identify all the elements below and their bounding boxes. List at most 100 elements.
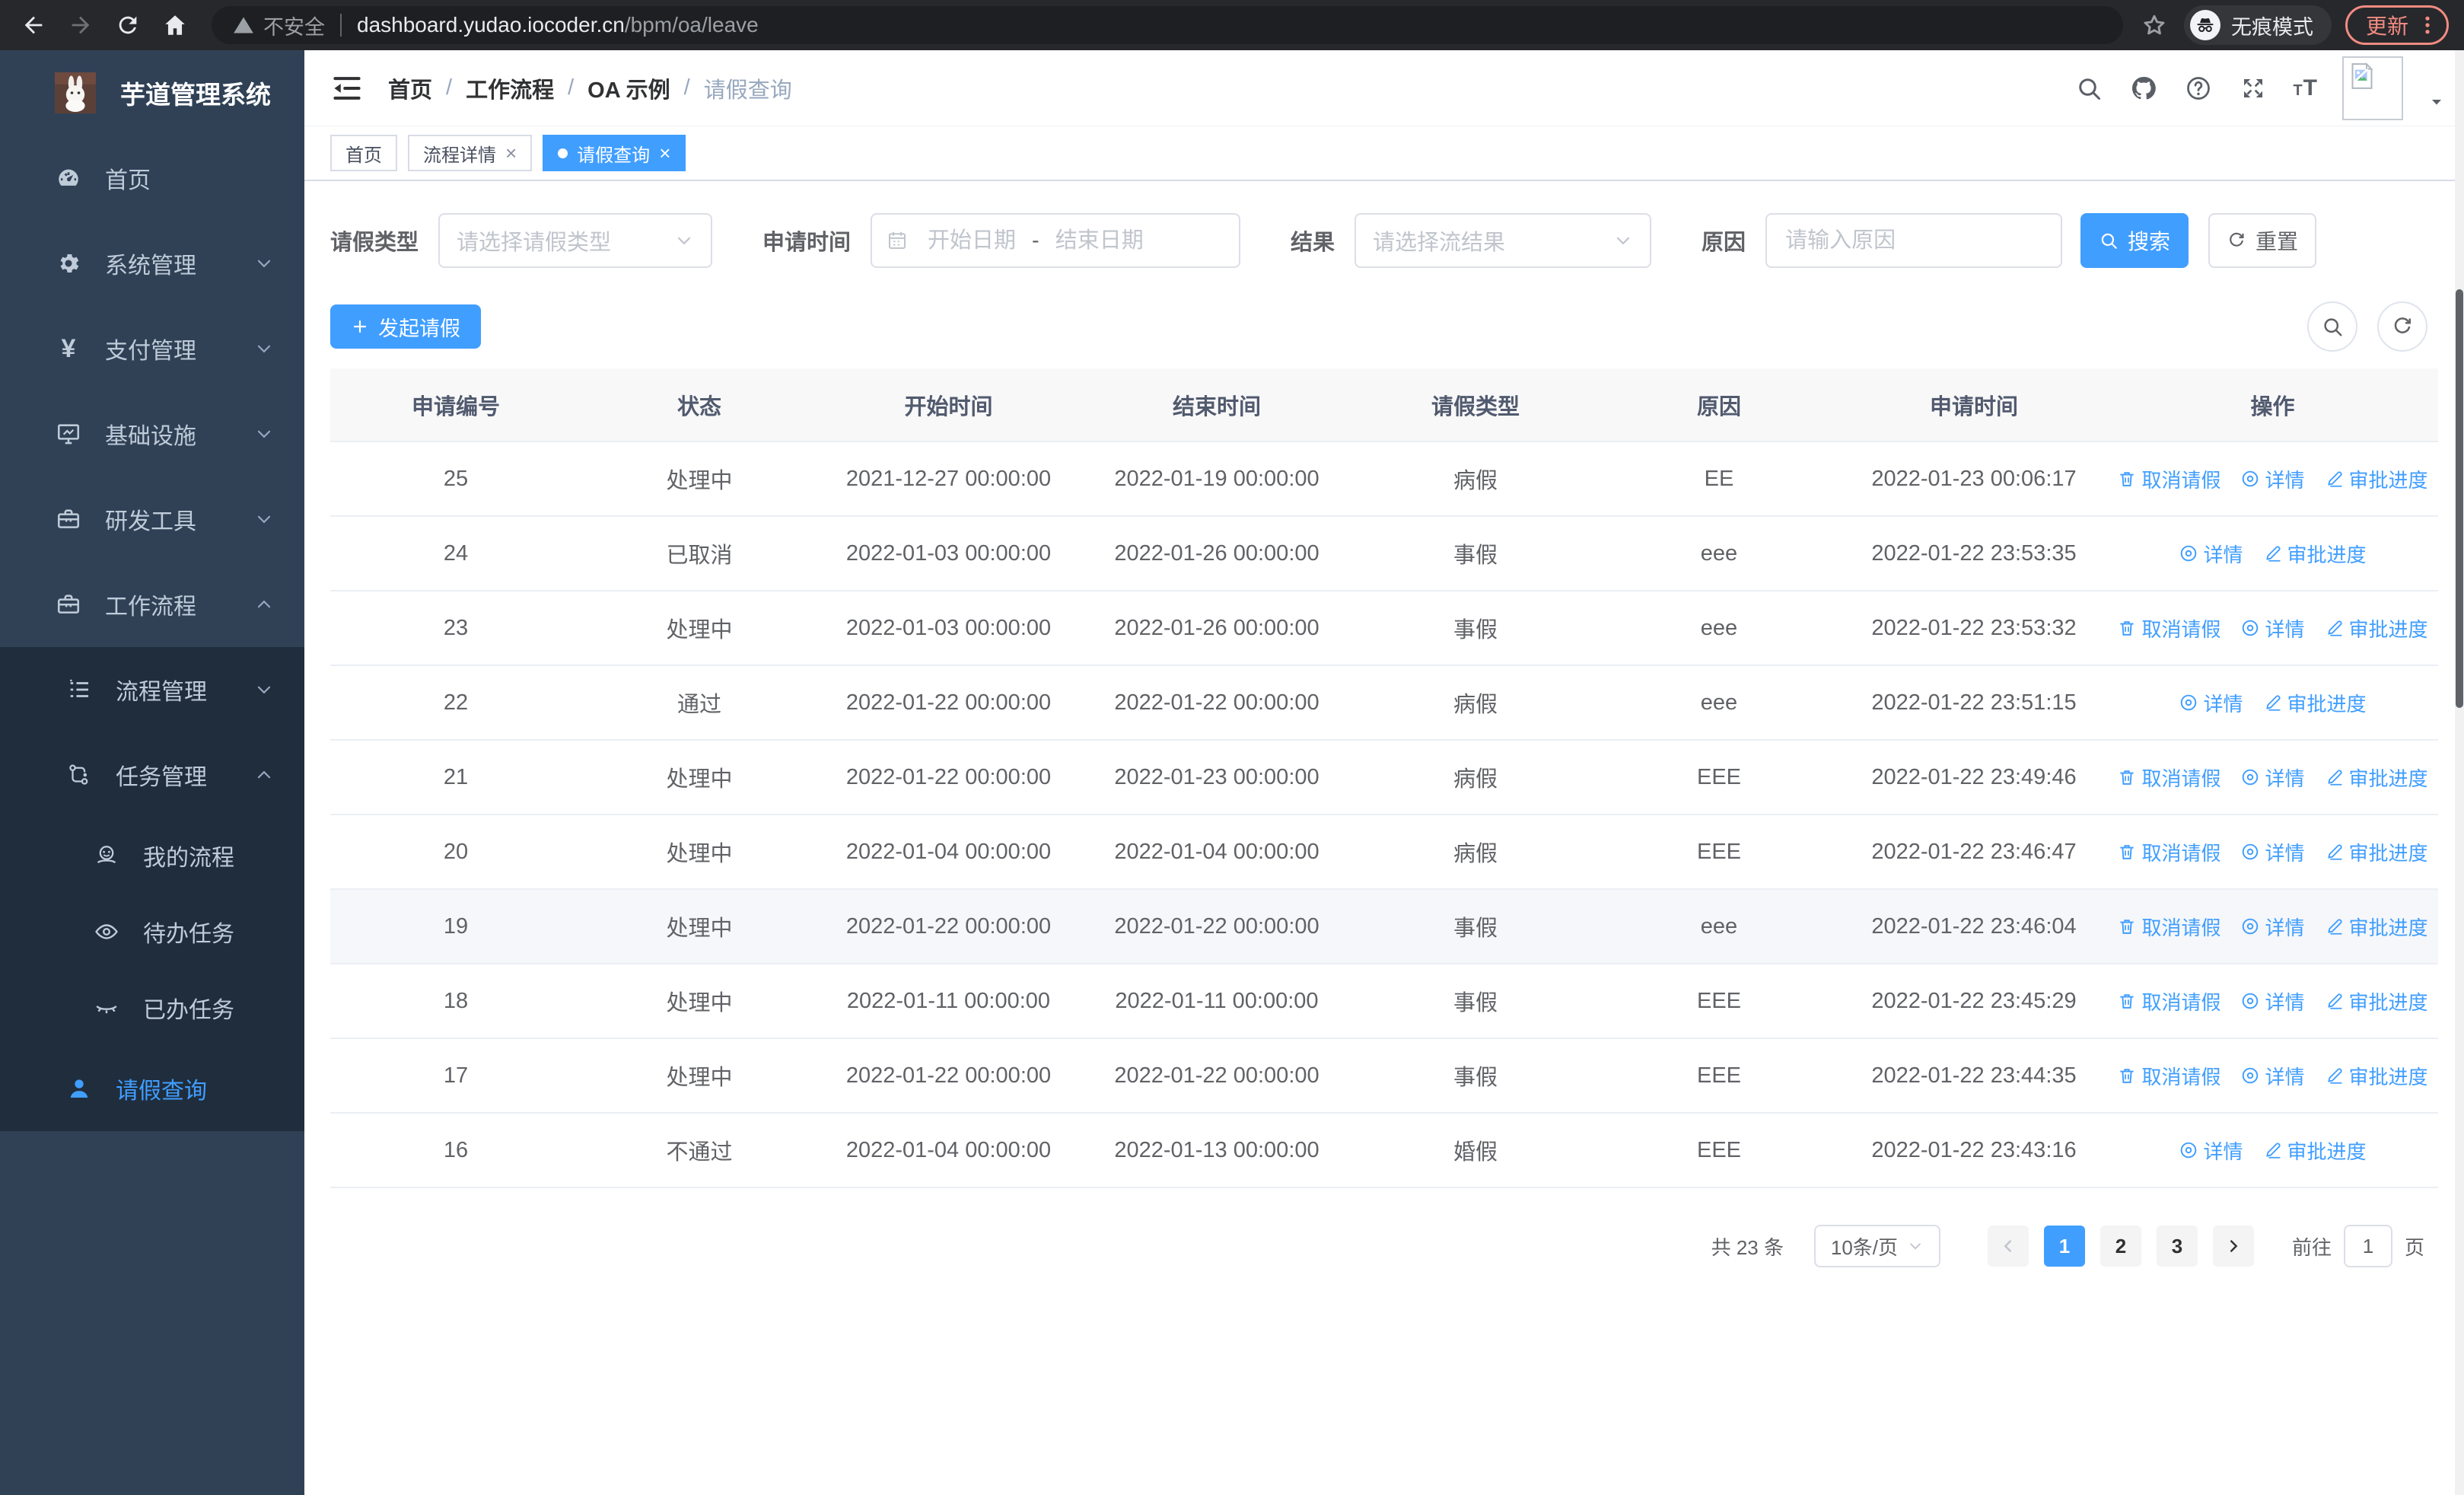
i-pen — [2325, 842, 2345, 862]
cell-applied: 2022-01-22 23:53:32 — [1871, 615, 2077, 640]
progress-link[interactable]: 审批进度 — [2325, 913, 2428, 941]
browser-update-chip[interactable]: 更新 — [2345, 5, 2449, 45]
tab-process-detail[interactable]: 流程详情 × — [408, 135, 533, 171]
goto-page-input[interactable] — [2343, 1225, 2392, 1267]
cancel-link[interactable]: 取消请假 — [2117, 465, 2220, 493]
scrollbar-track[interactable] — [2455, 50, 2464, 1495]
goto-label: 前往 — [2291, 1235, 2332, 1259]
avatar[interactable] — [2342, 56, 2403, 120]
sidebar-item-home[interactable]: 首页 — [0, 135, 304, 221]
progress-label: 审批进度 — [2348, 990, 2428, 1014]
detail-link[interactable]: 详情 — [2240, 465, 2305, 493]
progress-link[interactable]: 审批进度 — [2325, 987, 2428, 1015]
address-bar[interactable]: 不安全 dashboard.yudao.iocoder.cn /bpm/oa/l… — [212, 6, 2123, 44]
back-button[interactable] — [18, 10, 49, 40]
leave-type-label: 请假类型 — [330, 231, 419, 255]
detail-link[interactable]: 详情 — [2240, 1062, 2305, 1090]
refresh-table-button[interactable] — [2377, 301, 2427, 352]
close-icon[interactable]: × — [659, 143, 670, 163]
detail-link[interactable]: 详情 — [2179, 689, 2243, 717]
sidebar-collapse-icon[interactable] — [330, 72, 364, 105]
sidebar-item-todo-tasks[interactable]: 待办任务 — [0, 894, 304, 970]
table-row: 18 处理中 2022-01-11 00:00:00 2022-01-11 00:00… — [330, 963, 2438, 1038]
reason-input[interactable] — [1765, 213, 2063, 268]
detail-link[interactable]: 详情 — [2240, 987, 2305, 1015]
sidebar-item-my-process[interactable]: 我的流程 — [0, 818, 304, 894]
search-icon — [2321, 315, 2344, 338]
search-button[interactable]: 搜索 — [2080, 213, 2189, 268]
leave-type-select[interactable]: 请选择请假类型 — [438, 213, 713, 268]
progress-link[interactable]: 审批进度 — [2325, 838, 2428, 866]
pagination: 共 23 条 10条/页 1 2 3 前往 页 — [330, 1225, 2424, 1267]
search-icon[interactable] — [2074, 73, 2104, 104]
detail-link[interactable]: 详情 — [2240, 838, 2305, 866]
page-button-2[interactable]: 2 — [2099, 1226, 2141, 1267]
flow-icon — [65, 761, 93, 789]
progress-link[interactable]: 审批进度 — [2263, 540, 2367, 568]
cancel-link[interactable]: 取消请假 — [2117, 614, 2220, 642]
cell-start: 2022-01-22 00:00:00 — [845, 913, 1052, 939]
font-size-icon[interactable]: TT — [2293, 75, 2318, 101]
breadcrumb-item[interactable]: 工作流程 — [466, 72, 554, 104]
cancel-link[interactable]: 取消请假 — [2117, 763, 2220, 792]
sidebar-item-system[interactable]: 系统管理 — [0, 221, 304, 306]
apply-time-range-picker[interactable]: - — [871, 213, 1241, 268]
breadcrumb-item[interactable]: 首页 — [388, 72, 432, 104]
toggle-search-button[interactable] — [2307, 301, 2357, 352]
sidebar-item-process-mgmt[interactable]: 流程管理 — [0, 647, 304, 732]
select-placeholder: 请选择请假类型 — [457, 231, 612, 255]
detail-link[interactable]: 详情 — [2179, 540, 2243, 568]
detail-link[interactable]: 详情 — [2240, 763, 2305, 792]
help-icon[interactable] — [2183, 73, 2214, 104]
end-date-input[interactable] — [1042, 228, 1157, 253]
cell-status: 处理中 — [666, 916, 733, 941]
github-icon[interactable] — [2128, 73, 2159, 104]
forward-button[interactable] — [65, 10, 96, 40]
home-button[interactable] — [160, 10, 190, 40]
detail-link[interactable]: 详情 — [2240, 614, 2305, 642]
progress-link[interactable]: 审批进度 — [2263, 1136, 2367, 1165]
detail-link[interactable]: 详情 — [2179, 1136, 2243, 1165]
detail-link[interactable]: 详情 — [2240, 913, 2305, 941]
cancel-link[interactable]: 取消请假 — [2117, 913, 2220, 941]
progress-link[interactable]: 审批进度 — [2263, 689, 2367, 717]
cell-end: 2022-01-19 00:00:00 — [1114, 466, 1320, 491]
chevron-down-icon — [1907, 1238, 1924, 1254]
page-button-3[interactable]: 3 — [2156, 1226, 2198, 1267]
tab-home[interactable]: 首页 — [330, 135, 397, 171]
start-date-input[interactable] — [915, 228, 1030, 253]
progress-link[interactable]: 审批进度 — [2325, 763, 2428, 792]
progress-link[interactable]: 审批进度 — [2325, 614, 2428, 642]
cell-reason: EEE — [1696, 988, 1742, 1013]
sidebar-item-infra[interactable]: 基础设施 — [0, 391, 304, 477]
progress-link[interactable]: 审批进度 — [2325, 1062, 2428, 1090]
sidebar-item-workflow[interactable]: 工作流程 — [0, 562, 304, 647]
page-size-select[interactable]: 10条/页 — [1813, 1225, 1940, 1267]
progress-link[interactable]: 审批进度 — [2325, 465, 2428, 493]
result-select[interactable]: 请选择流结果 — [1355, 213, 1652, 268]
fullscreen-icon[interactable] — [2238, 73, 2268, 104]
page-button-1[interactable]: 1 — [2043, 1226, 2085, 1267]
cancel-link[interactable]: 取消请假 — [2117, 1062, 2220, 1090]
sidebar-item-devtools[interactable]: 研发工具 — [0, 477, 304, 562]
sidebar-item-task-mgmt[interactable]: 任务管理 — [0, 732, 304, 818]
reload-button[interactable] — [113, 10, 143, 40]
sidebar-item-done-tasks[interactable]: 已办任务 — [0, 970, 304, 1046]
close-icon[interactable]: × — [505, 143, 517, 163]
reset-button[interactable]: 重置 — [2208, 213, 2317, 268]
prev-page-button[interactable] — [1987, 1226, 2029, 1267]
sidebar-item-leave-query[interactable]: 请假查询 — [0, 1046, 304, 1131]
avatar-caret-icon[interactable] — [2427, 93, 2446, 111]
bookmark-star-icon[interactable] — [2140, 11, 2169, 40]
kebab-menu-icon[interactable] — [2416, 14, 2439, 37]
breadcrumb-item[interactable]: OA 示例 — [587, 72, 670, 104]
create-leave-button[interactable]: 发起请假 — [330, 304, 481, 349]
scrollbar-thumb[interactable] — [2456, 289, 2463, 708]
sidebar-item-payment[interactable]: ¥ 支付管理 — [0, 306, 304, 391]
tab-leave-query[interactable]: 请假查询 × — [543, 135, 686, 171]
cancel-link[interactable]: 取消请假 — [2117, 987, 2220, 1015]
next-page-button[interactable] — [2212, 1226, 2254, 1267]
workflow-submenu: 流程管理 任务管理 我的流程 待办任务 已办任务 请假查询 — [0, 647, 304, 1131]
cancel-link[interactable]: 取消请假 — [2117, 838, 2220, 866]
toolbox-icon — [55, 505, 82, 533]
